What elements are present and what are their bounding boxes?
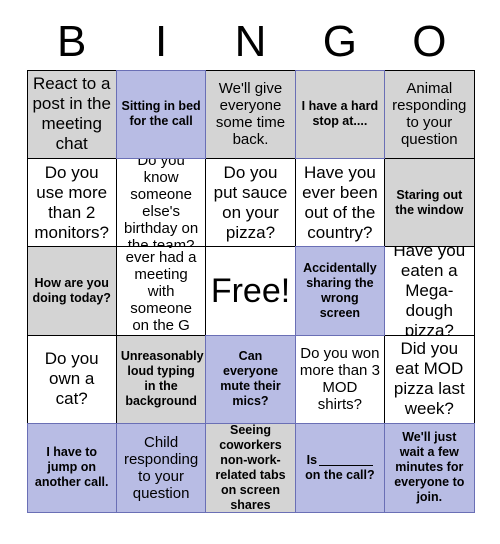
bingo-cell[interactable]: React to a post in the meeting chat — [26, 69, 117, 159]
bingo-cell[interactable]: We'll give everyone some time back. — [205, 69, 296, 159]
bingo-cell-label: Do you own a cat? — [44, 349, 99, 409]
bingo-cell-blank-prefix: Is — [306, 452, 318, 467]
bingo-card: B I N G O React to a post in the meeting cha… — [0, 0, 500, 544]
bingo-header-row: BINGO — [27, 14, 474, 70]
bingo-cell-label: We'll just wait a few minutes for everyo… — [394, 430, 465, 505]
bingo-cell[interactable]: Have you eaten a Mega-dough pizza? — [384, 246, 475, 336]
bingo-cell-label: Staring out the window — [395, 187, 464, 217]
bingo-cell[interactable]: I have to jump on another call. — [26, 423, 117, 513]
bingo-cell-label: Do you won more than 3 MOD shirts? — [299, 345, 380, 414]
bingo-header-letter-n: N — [234, 17, 267, 66]
bingo-cell[interactable]: We'll just wait a few minutes for everyo… — [384, 423, 475, 513]
bingo-cell-label: Have you ever had a meeting with someone… — [125, 247, 197, 334]
bingo-cell[interactable]: Do you won more than 3 MOD shirts? — [294, 334, 386, 425]
bingo-cell-label: Sitting in bed for the call — [121, 99, 201, 129]
bingo-cell-label: I have a hard stop at.... — [301, 99, 379, 129]
bingo-header-letter-b: B — [57, 17, 87, 66]
bingo-cell[interactable]: Sitting in bed for the call — [115, 69, 207, 159]
bingo-cell[interactable]: I have a hard stop at.... — [294, 69, 386, 159]
bingo-cell[interactable]: Staring out the window — [384, 157, 475, 248]
bingo-cell-label: Have you ever been out of the country? — [302, 162, 378, 242]
bingo-cell-label: We'll give everyone some time back. — [215, 80, 286, 149]
bingo-cell-label: Seeing coworkers non-work-related tabs o… — [215, 423, 286, 512]
bingo-header-letter-o: O — [412, 17, 447, 66]
bingo-cell-label: Free! — [210, 271, 291, 310]
bingo-cell-label: Do you use more than 2 monitors? — [34, 162, 110, 242]
bingo-cell-label: I have to jump on another call. — [34, 445, 109, 490]
bingo-cell-label: Have you eaten a Mega-dough pizza? — [393, 246, 466, 336]
bingo-cell[interactable]: Animal responding to your question — [384, 69, 475, 159]
fill-in-blank-line — [319, 464, 374, 466]
bingo-cell-label: Child responding to your question — [123, 433, 199, 502]
bingo-cell-label: Did you eat MOD pizza last week? — [393, 339, 465, 419]
bingo-cell[interactable]: How are you doing today? — [26, 246, 117, 336]
bingo-cell-label: Is on the call? — [300, 453, 380, 483]
bingo-cell[interactable]: Is on the call? — [294, 423, 386, 513]
bingo-cell[interactable]: Accidentally sharing the wrong screen — [294, 246, 386, 336]
bingo-cell[interactable]: Have you ever been out of the country? — [294, 157, 386, 248]
bingo-cell-label: Do you know someone else's birthday on t… — [123, 157, 199, 248]
bingo-cell-blank-suffix: on the call? — [305, 467, 375, 482]
bingo-cell[interactable]: Unreasonably loud typing in the backgrou… — [115, 334, 207, 425]
bingo-cell-label: React to a post in the meeting chat — [32, 74, 111, 154]
bingo-cell-label: Accidentally sharing the wrong screen — [303, 260, 377, 320]
bingo-grid: React to a post in the meeting chat Sitti… — [26, 69, 475, 513]
bingo-cell[interactable]: Did you eat MOD pizza last week? — [384, 334, 475, 425]
bingo-cell-label: How are you doing today? — [32, 275, 111, 305]
bingo-header-letter-i: I — [154, 17, 168, 66]
bingo-cell-label: Animal responding to your question — [392, 80, 467, 149]
bingo-header-letter-g: G — [322, 17, 358, 66]
bingo-cell-label: Do you put sauce on your pizza? — [213, 162, 288, 242]
bingo-cell[interactable]: Can everyone mute their mics? — [205, 334, 296, 425]
bingo-cell[interactable]: Do you put sauce on your pizza? — [205, 157, 296, 248]
bingo-cell[interactable]: Do you know someone else's birthday on t… — [115, 157, 207, 248]
bingo-cell[interactable]: Do you use more than 2 monitors? — [26, 157, 117, 248]
bingo-cell[interactable]: Free! — [205, 246, 296, 336]
bingo-cell[interactable]: Have you ever had a meeting with someone… — [115, 246, 207, 336]
bingo-cell-label: Can everyone mute their mics? — [220, 349, 281, 409]
bingo-cell[interactable]: Child responding to your question — [115, 423, 207, 513]
bingo-cell[interactable]: Seeing coworkers non-work-related tabs o… — [205, 423, 296, 513]
bingo-cell-label: Unreasonably loud typing in the backgrou… — [120, 349, 204, 409]
bingo-cell[interactable]: Do you own a cat? — [26, 334, 117, 425]
